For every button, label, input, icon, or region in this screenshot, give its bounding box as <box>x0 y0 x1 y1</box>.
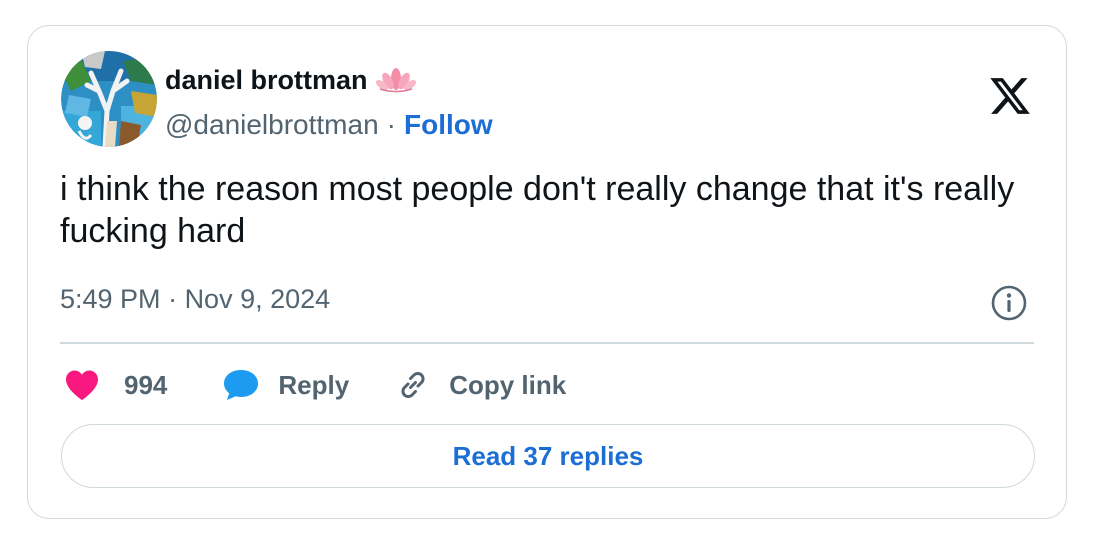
copy-link-button[interactable]: Copy link <box>395 367 566 403</box>
timestamp-separator: · <box>160 284 185 314</box>
tweet-text: i think the reason most people don't rea… <box>60 170 1015 250</box>
info-icon[interactable] <box>990 284 1028 322</box>
follow-button[interactable]: Follow <box>404 109 493 141</box>
author-handle-row: @danielbrottman · Follow <box>165 106 493 144</box>
like-button[interactable]: 994 <box>64 369 167 401</box>
tweet-card: daniel brottman @danielbrottman · Follow <box>27 25 1067 519</box>
heart-icon <box>64 369 100 401</box>
tweet-timestamp[interactable]: 5:49 PM · Nov 9, 2024 <box>60 284 330 315</box>
tweet-date: Nov 9, 2024 <box>184 284 331 314</box>
handle-separator: · <box>386 109 396 140</box>
author-name[interactable]: daniel brottman <box>165 65 368 96</box>
reply-button[interactable]: Reply <box>222 368 349 402</box>
lotus-icon <box>375 67 416 93</box>
read-replies-label: Read 37 replies <box>452 440 644 471</box>
author-block: daniel brottman @danielbrottman · Follow <box>165 64 493 144</box>
author-handle[interactable]: @danielbrottman <box>165 109 379 141</box>
action-bar: 994 Reply Copy link <box>64 360 566 410</box>
like-count: 994 <box>124 369 168 400</box>
divider <box>60 342 1034 344</box>
author-name-row: daniel brottman <box>165 64 493 96</box>
tweet-time: 5:49 PM <box>60 284 161 314</box>
reply-label: Reply <box>278 369 350 400</box>
copy-link-label: Copy link <box>449 369 567 400</box>
link-icon <box>395 367 431 403</box>
speech-bubble-icon <box>222 368 260 402</box>
avatar[interactable] <box>61 51 157 147</box>
read-replies-button[interactable]: Read 37 replies <box>61 424 1035 488</box>
x-logo-icon[interactable] <box>988 74 1032 118</box>
